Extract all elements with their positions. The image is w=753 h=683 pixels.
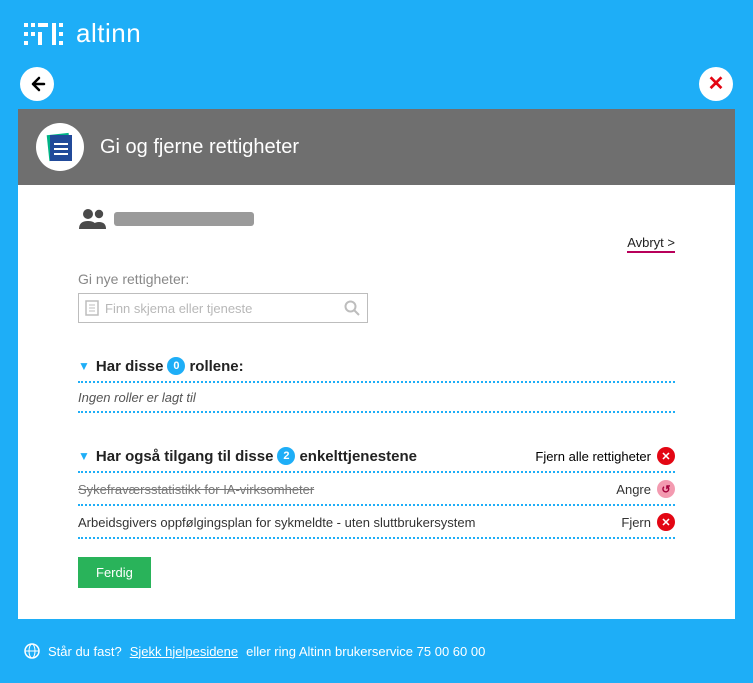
brand-text: altinn	[76, 18, 141, 49]
globe-icon	[24, 643, 40, 659]
services-prefix: Har også tilgang til disse	[96, 448, 274, 465]
new-rights-label: Gi nye rettigheter:	[78, 271, 675, 287]
panel-header: Gi og fjerne rettigheter	[18, 109, 735, 185]
people-icon	[78, 207, 110, 231]
close-button[interactable]: ✕	[699, 67, 733, 101]
abort-link[interactable]: Avbryt >	[627, 235, 675, 253]
search-icon[interactable]	[343, 299, 361, 317]
remove-all-icon: ✕	[657, 447, 675, 465]
footer: Står du fast? Sjekk hjelpesidene eller r…	[0, 635, 753, 659]
nav-row: ✕	[0, 59, 753, 109]
roles-header[interactable]: ▼ Har disse 0 rollene:	[78, 357, 675, 375]
action-label: Angre	[616, 482, 651, 497]
page-title: Gi og fjerne rettigheter	[100, 136, 299, 159]
roles-count-badge: 0	[167, 357, 185, 375]
form-icon	[85, 300, 99, 316]
brand[interactable]: altinn	[24, 18, 141, 49]
remove-action[interactable]: Fjern ✕	[621, 513, 675, 531]
back-button[interactable]	[20, 67, 54, 101]
search-box	[78, 293, 368, 323]
done-button[interactable]: Ferdig	[78, 557, 151, 588]
chevron-down-icon: ▼	[78, 449, 90, 463]
services-suffix: enkelttjenestene	[299, 448, 417, 465]
roles-empty-row: Ingen roller er lagt til	[78, 383, 675, 413]
chevron-down-icon: ▼	[78, 359, 90, 373]
footer-rest: eller ring Altinn brukerservice 75 00 60…	[246, 644, 485, 659]
arrow-left-icon	[28, 75, 46, 93]
action-label: Fjern	[621, 515, 651, 530]
services-header-row: ▼ Har også tilgang til disse 2 enkelttje…	[78, 447, 675, 465]
remove-icon: ✕	[657, 513, 675, 531]
user-name-redacted	[114, 212, 254, 226]
footer-question: Står du fast?	[48, 644, 122, 659]
remove-all-label: Fjern alle rettigheter	[535, 449, 651, 464]
roles-suffix: rollene:	[189, 358, 243, 375]
roles-prefix: Har disse	[96, 358, 164, 375]
search-input[interactable]	[105, 301, 343, 316]
services-count-badge: 2	[277, 447, 295, 465]
service-row: Arbeidsgivers oppfølgingsplan for sykmel…	[78, 506, 675, 539]
header-icon-circle	[36, 123, 84, 171]
panel-body: Avbryt > Gi nye rettigheter: ▼ Har disse…	[18, 185, 735, 614]
undo-icon: ↺	[657, 480, 675, 498]
service-row: Sykefraværsstatistikk for IA-virksomhete…	[78, 473, 675, 506]
close-icon: ✕	[708, 74, 725, 94]
footer-help-link[interactable]: Sjekk hjelpesidene	[130, 644, 238, 659]
roles-empty-text: Ingen roller er lagt til	[78, 390, 196, 405]
remove-all-rights[interactable]: Fjern alle rettigheter ✕	[535, 447, 675, 465]
services-header[interactable]: ▼ Har også tilgang til disse 2 enkelttje…	[78, 447, 417, 465]
top-bar: altinn	[0, 0, 753, 59]
service-label: Sykefraværsstatistikk for IA-virksomhete…	[78, 482, 314, 497]
undo-action[interactable]: Angre ↺	[616, 480, 675, 498]
main-panel: Gi og fjerne rettigheter Avbryt > Gi nye…	[18, 109, 735, 619]
user-row	[78, 207, 675, 231]
altinn-logo-icon	[24, 23, 66, 45]
document-icon	[46, 132, 74, 162]
service-label: Arbeidsgivers oppfølgingsplan for sykmel…	[78, 515, 475, 530]
